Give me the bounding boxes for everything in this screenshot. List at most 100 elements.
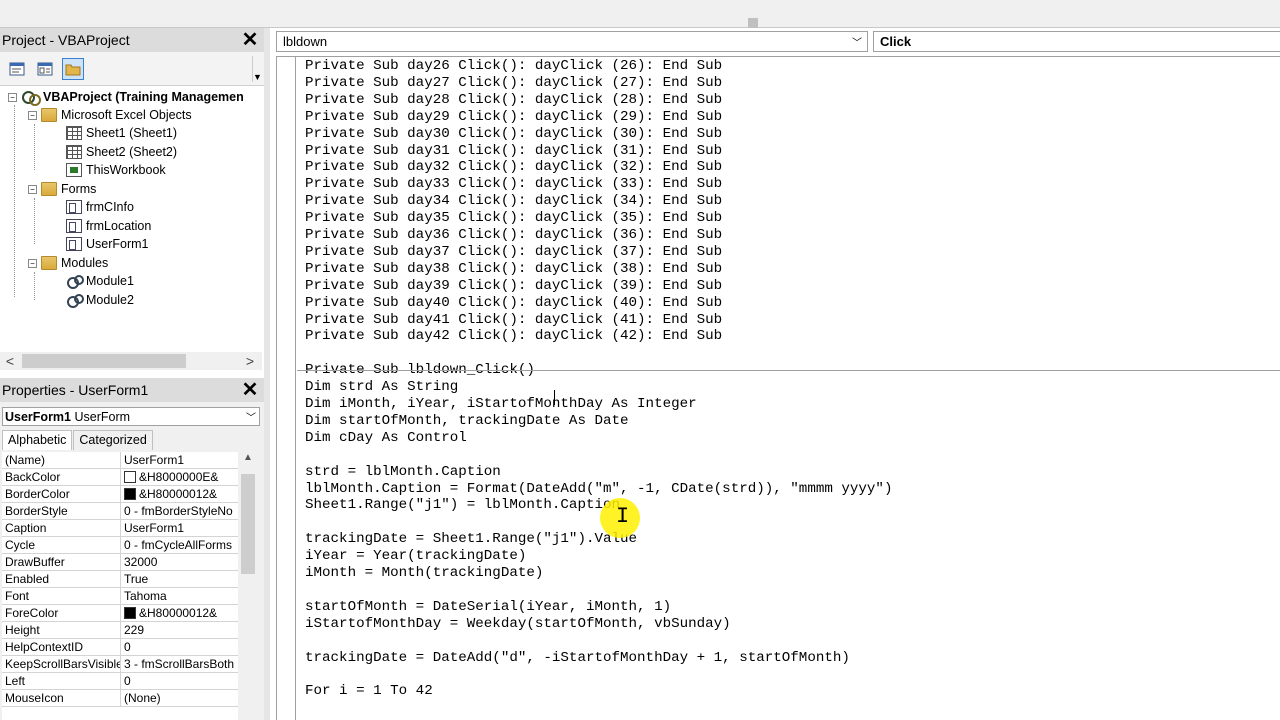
- project-horizontal-scrollbar[interactable]: < >: [0, 352, 262, 370]
- property-value[interactable]: &H80000012&: [121, 486, 238, 502]
- code-line[interactable]: Private Sub day29 Click(): dayClick (29)…: [305, 109, 722, 126]
- view-object-button[interactable]: [34, 58, 56, 80]
- code-line[interactable]: Private Sub day27 Click(): dayClick (27)…: [305, 75, 722, 92]
- property-row[interactable]: HelpContextID 0: [2, 639, 238, 656]
- tree-item-excel-objects[interactable]: − Microsoft Excel Objects: [28, 106, 192, 124]
- collapse-icon[interactable]: −: [28, 258, 37, 268]
- code-editor[interactable]: Private Sub day26 Click(): dayClick (26)…: [276, 56, 1280, 720]
- property-row[interactable]: BorderColor &H80000012&: [2, 486, 238, 503]
- code-line[interactable]: Private Sub day30 Click(): dayClick (30)…: [305, 126, 722, 143]
- tree-item-vbaproject[interactable]: − VBAProject (Training Managemen: [8, 88, 244, 106]
- property-value[interactable]: UserForm1: [121, 452, 238, 468]
- tree-item-thisworkbook[interactable]: ThisWorkbook: [66, 161, 166, 179]
- code-line[interactable]: For i = 1 To 42: [305, 683, 433, 700]
- property-row[interactable]: MouseIcon (None): [2, 690, 238, 707]
- property-row[interactable]: Enabled True: [2, 571, 238, 588]
- property-value[interactable]: (None): [121, 690, 238, 706]
- property-row[interactable]: DrawBuffer 32000: [2, 554, 238, 571]
- code-line[interactable]: Private Sub day36 Click(): dayClick (36)…: [305, 227, 722, 244]
- code-line[interactable]: Private Sub day33 Click(): dayClick (33)…: [305, 176, 722, 193]
- code-line[interactable]: Private Sub day28 Click(): dayClick (28)…: [305, 92, 722, 109]
- tab-categorized[interactable]: Categorized: [73, 430, 153, 450]
- scrollbar-thumb[interactable]: [22, 354, 186, 368]
- property-value[interactable]: &H80000012&: [121, 605, 238, 621]
- code-line[interactable]: lblMonth.Caption = Format(DateAdd("m", -…: [305, 481, 892, 498]
- tree-item-frmcinfo[interactable]: frmCInfo: [66, 198, 134, 216]
- view-code-button[interactable]: [6, 58, 28, 80]
- property-row[interactable]: Caption UserForm1: [2, 520, 238, 537]
- tree-item-forms[interactable]: − Forms: [28, 180, 96, 198]
- code-line[interactable]: Dim startOfMonth, trackingDate As Date: [305, 413, 629, 430]
- code-line[interactable]: Sheet1.Range("j1") = lblMonth.Caption: [305, 497, 620, 514]
- property-value[interactable]: &H8000000E&: [121, 469, 238, 485]
- property-value[interactable]: UserForm1: [121, 520, 238, 536]
- code-line[interactable]: Private Sub day40 Click(): dayClick (40)…: [305, 295, 722, 312]
- tab-alphabetic[interactable]: Alphabetic: [2, 430, 73, 450]
- property-value[interactable]: 229: [121, 622, 238, 638]
- tree-item-module2[interactable]: Module2: [66, 291, 134, 309]
- code-line[interactable]: iStartofMonthDay = Weekday(startOfMonth,…: [305, 616, 731, 633]
- code-line[interactable]: Private Sub day31 Click(): dayClick (31)…: [305, 143, 722, 160]
- property-row[interactable]: BackColor &H8000000E&: [2, 469, 238, 486]
- property-row[interactable]: Cycle 0 - fmCycleAllForms: [2, 537, 238, 554]
- property-row[interactable]: Height 229: [2, 622, 238, 639]
- chevron-down-icon[interactable]: ﹀: [852, 34, 862, 49]
- property-value[interactable]: 0: [121, 673, 238, 689]
- property-name: DrawBuffer: [2, 554, 121, 570]
- tree-item-module1[interactable]: Module1: [66, 272, 134, 290]
- code-line[interactable]: Private Sub day26 Click(): dayClick (26)…: [305, 58, 722, 75]
- code-line[interactable]: Dim cDay As Control: [305, 430, 467, 447]
- code-line[interactable]: strd = lblMonth.Caption: [305, 464, 501, 481]
- code-line[interactable]: Private Sub day32 Click(): dayClick (32)…: [305, 159, 722, 176]
- toolbar-scroll-down-icon[interactable]: ▼: [252, 56, 262, 82]
- code-line[interactable]: Private Sub day37 Click(): dayClick (37)…: [305, 244, 722, 261]
- tree-item-modules[interactable]: − Modules: [28, 254, 108, 272]
- property-value[interactable]: 3 - fmScrollBarsBoth: [121, 656, 238, 672]
- property-value[interactable]: Tahoma: [121, 588, 238, 604]
- object-dropdown[interactable]: lbldown ﹀: [276, 31, 868, 52]
- collapse-icon[interactable]: −: [28, 110, 37, 120]
- property-value[interactable]: 0 - fmCycleAllForms: [121, 537, 238, 553]
- property-row[interactable]: Left 0: [2, 673, 238, 690]
- property-value[interactable]: 0 - fmBorderStyleNo: [121, 503, 238, 519]
- scroll-right-icon[interactable]: >: [240, 353, 260, 369]
- code-line[interactable]: Private Sub day34 Click(): dayClick (34)…: [305, 193, 722, 210]
- collapse-icon[interactable]: −: [8, 92, 17, 102]
- code-line[interactable]: iMonth = Month(trackingDate): [305, 565, 543, 582]
- close-icon[interactable]: ✕: [239, 379, 261, 401]
- tree-item-sheet2[interactable]: Sheet2 (Sheet2): [66, 143, 177, 161]
- code-line[interactable]: iYear = Year(trackingDate): [305, 548, 526, 565]
- code-line[interactable]: Private Sub day35 Click(): dayClick (35)…: [305, 210, 722, 227]
- scroll-left-icon[interactable]: <: [0, 353, 20, 369]
- property-row[interactable]: KeepScrollBarsVisible 3 - fmScrollBarsBot…: [2, 656, 238, 673]
- code-line[interactable]: Dim iMonth, iYear, iStartofMonthDay As I…: [305, 396, 697, 413]
- tree-item-frmlocation[interactable]: frmLocation: [66, 217, 151, 235]
- code-line[interactable]: Private Sub day39 Click(): dayClick (39)…: [305, 278, 722, 295]
- property-row[interactable]: Font Tahoma: [2, 588, 238, 605]
- scroll-up-icon[interactable]: ▲: [239, 452, 257, 463]
- property-value[interactable]: True: [121, 571, 238, 587]
- scrollbar-thumb[interactable]: [241, 474, 255, 574]
- property-row[interactable]: ForeColor &H80000012&: [2, 605, 238, 622]
- code-line[interactable]: startOfMonth = DateSerial(iYear, iMonth,…: [305, 599, 671, 616]
- close-icon[interactable]: ✕: [239, 29, 261, 51]
- property-value[interactable]: 32000: [121, 554, 238, 570]
- property-row[interactable]: (Name) UserForm1: [2, 452, 238, 469]
- code-line[interactable]: Dim strd As String: [305, 379, 458, 396]
- chevron-down-icon[interactable]: ﹀: [246, 409, 256, 424]
- toggle-folders-button[interactable]: [62, 57, 84, 80]
- tree-item-sheet1[interactable]: Sheet1 (Sheet1): [66, 124, 177, 142]
- property-row[interactable]: BorderStyle 0 - fmBorderStyleNo: [2, 503, 238, 520]
- collapse-icon[interactable]: −: [28, 184, 37, 194]
- code-line[interactable]: trackingDate = DateAdd("d", -iStartofMon…: [305, 650, 850, 667]
- code-line[interactable]: Private Sub day41 Click(): dayClick (41)…: [305, 312, 722, 329]
- object-selector[interactable]: UserForm1 UserForm ﹀: [2, 407, 260, 426]
- properties-vertical-scrollbar[interactable]: ▲: [239, 452, 257, 720]
- procedure-dropdown[interactable]: Click: [873, 31, 1280, 52]
- code-line[interactable]: Private Sub day42 Click(): dayClick (42)…: [305, 328, 722, 345]
- property-value[interactable]: 0: [121, 639, 238, 655]
- code-line[interactable]: Private Sub day38 Click(): dayClick (38)…: [305, 261, 722, 278]
- tree-item-userform1[interactable]: UserForm1: [66, 235, 149, 253]
- code-line[interactable]: trackingDate = Sheet1.Range("j1").Value: [305, 531, 637, 548]
- margin-indicator-bar[interactable]: [277, 57, 296, 720]
